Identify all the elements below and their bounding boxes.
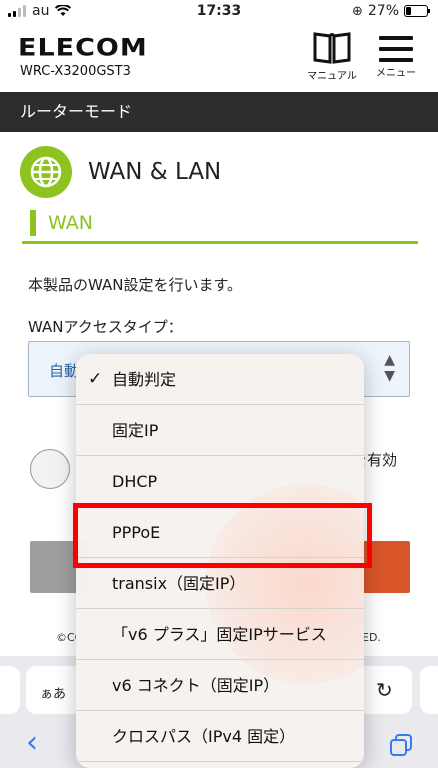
dropdown-option-label: v6 コネクト（固定IP） [112, 676, 280, 695]
dropdown-option-label: 「v6 プラス」固定IPサービス [112, 625, 327, 644]
prev-tab-pill[interactable] [0, 666, 20, 714]
wan-subheading: WAN [22, 206, 418, 244]
globe-icon [20, 146, 72, 198]
dropdown-option[interactable]: クロスパス（IPv4 固定） [76, 711, 364, 762]
status-bar: au 17:33 ⊕ 27% [0, 0, 438, 22]
battery-percent: 27% [367, 3, 399, 19]
site-header: ELECOM WRC-X3200GST3 マニュアル メニュー [0, 22, 438, 88]
section-heading: WAN & LAN [20, 146, 221, 198]
book-icon [313, 32, 351, 64]
model-name: WRC-X3200GST3 [20, 64, 131, 79]
dropdown-option-label: クロスパス（IPv4 固定） [112, 727, 296, 746]
brand-logo[interactable]: ELECOM [18, 34, 148, 62]
radio-button[interactable] [30, 449, 70, 489]
dropdown-option[interactable]: 「v6 プラス」固定IPサービス [76, 609, 364, 660]
wan-subheading-label: WAN [48, 212, 93, 234]
tabs-icon[interactable] [390, 734, 412, 756]
select-arrows-icon: ▲ ▼ [384, 352, 395, 384]
menu-button[interactable]: メニュー [368, 30, 424, 79]
next-tab-pill[interactable] [420, 666, 438, 714]
battery-level [406, 7, 412, 15]
back-chevron-icon[interactable]: ‹ [26, 728, 38, 758]
menu-label: メニュー [376, 68, 416, 79]
reload-icon[interactable]: ↻ [376, 678, 393, 702]
select-value: 自動 [49, 362, 80, 380]
dropdown-option[interactable]: 固定IP [76, 405, 364, 456]
dropdown-option[interactable]: v6 コネクト（固定IP） [76, 660, 364, 711]
dropdown-option[interactable]: ✓ 自動判定 [76, 354, 364, 405]
page-title: WAN & LAN [88, 159, 222, 185]
dropdown-option-label: 固定IP [112, 421, 159, 440]
dropdown-option[interactable]: DHCP [76, 456, 364, 507]
status-right: ⊕ 27% [351, 3, 430, 19]
dropdown-option-label: 自動判定 [112, 370, 177, 389]
text-size-button[interactable]: ぁあ [40, 683, 66, 702]
orientation-lock-icon: ⊕ [351, 3, 363, 19]
highlight-box [73, 503, 372, 568]
description-text: 本製品のWAN設定を行います。 [28, 276, 242, 294]
hamburger-icon [379, 36, 413, 62]
manual-label: マニュアル [307, 71, 357, 82]
dropdown-option-label: DHCP [112, 472, 158, 491]
checkmark-icon: ✓ [88, 369, 103, 389]
access-type-label: WANアクセスタイプ： [28, 318, 183, 336]
subheading-accent [30, 210, 36, 236]
copyright-right: ED. [362, 631, 381, 644]
manual-button[interactable]: マニュアル [302, 30, 362, 82]
battery-icon [404, 5, 430, 17]
mode-bar: ルーターモード [0, 92, 438, 132]
